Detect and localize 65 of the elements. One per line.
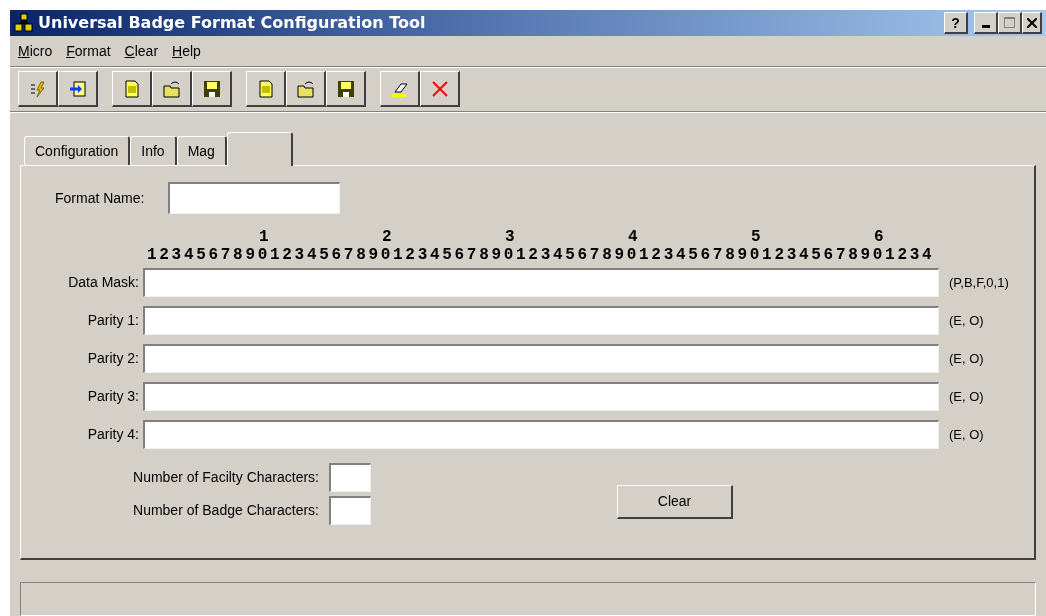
ruler-tens: 3: [504, 228, 516, 246]
close-button[interactable]: [1022, 12, 1042, 35]
ruler-tens: 2: [381, 228, 393, 246]
field-label: Number of Facilty Characters:: [133, 468, 319, 487]
allowed-values: (E, O): [949, 425, 984, 444]
column-ruler: 1234567890123456789012345678901234567890123456789012345678901234: [147, 246, 936, 264]
minimize-button[interactable]: [974, 12, 998, 35]
bit-pattern-field[interactable]: [143, 268, 939, 297]
toolbar-button[interactable]: [58, 71, 98, 108]
document-icon: [256, 79, 275, 98]
menu-item[interactable]: Clear: [124, 40, 159, 62]
allowed-values: (E, O): [949, 349, 984, 368]
toolbar-button[interactable]: [246, 71, 286, 108]
maximize-button[interactable]: [998, 12, 1022, 35]
lightning-icon: [28, 79, 47, 98]
toolbar-button[interactable]: [380, 71, 420, 108]
toolbar-button[interactable]: [326, 71, 366, 108]
folder-icon: [296, 79, 315, 98]
import-icon: [68, 79, 87, 98]
field-label: Parity 1:: [86, 311, 140, 330]
toolbar-button[interactable]: [112, 71, 152, 108]
floppy-icon: [336, 79, 355, 98]
field-label: Format Name:: [55, 188, 145, 208]
ruler-tens: 1: [258, 228, 270, 246]
minimize-icon: [981, 25, 990, 29]
bit-pattern-field[interactable]: [143, 420, 939, 449]
allowed-values: (E, O): [949, 387, 984, 406]
maximize-icon: [1004, 17, 1015, 29]
tab[interactable]: Info: [130, 136, 177, 165]
window-title: Universal Badge Format Configuration Tool: [38, 12, 426, 35]
menu-item[interactable]: Micro: [18, 40, 53, 62]
toolbar-button[interactable]: [152, 71, 192, 108]
document-icon: [122, 79, 141, 98]
tab[interactable]: [226, 132, 293, 166]
count-field[interactable]: [329, 463, 371, 492]
count-field[interactable]: [329, 496, 371, 525]
toolbar-button[interactable]: [286, 71, 326, 108]
close-icon: [1027, 17, 1037, 28]
floppy-icon: [202, 79, 221, 98]
allowed-values: (P,B,F,0,1): [949, 273, 1009, 292]
allowed-values: (E, O): [949, 311, 984, 330]
field-label: Data Mask:: [67, 273, 140, 292]
tab[interactable]: Configuration: [24, 136, 131, 165]
toolbar-button[interactable]: [18, 71, 58, 108]
toolbar-button[interactable]: [420, 71, 460, 108]
menu-item[interactable]: Help: [172, 40, 201, 62]
field-label: Parity 4:: [86, 425, 140, 444]
ruler-tens: 6: [873, 228, 885, 246]
menu-item[interactable]: Format: [66, 40, 111, 62]
help-button[interactable]: ?: [944, 12, 968, 35]
bit-pattern-field[interactable]: [143, 306, 939, 335]
folder-icon: [162, 79, 181, 98]
field-label: Parity 2:: [86, 349, 140, 368]
field-label: Parity 3:: [86, 387, 140, 406]
bit-pattern-field[interactable]: [143, 382, 939, 411]
delete-icon: [430, 79, 449, 98]
ruler-tens: 4: [627, 228, 639, 246]
ruler-tens: 5: [750, 228, 762, 246]
format-name-field[interactable]: [168, 182, 341, 214]
toolbar-button[interactable]: [192, 71, 232, 108]
bit-pattern-field[interactable]: [143, 344, 939, 373]
clear-button[interactable]: Clear: [617, 485, 733, 519]
app-icon: [14, 13, 34, 34]
field-label: Number of Badge Characters:: [133, 501, 319, 520]
tab[interactable]: Mag: [176, 136, 227, 165]
